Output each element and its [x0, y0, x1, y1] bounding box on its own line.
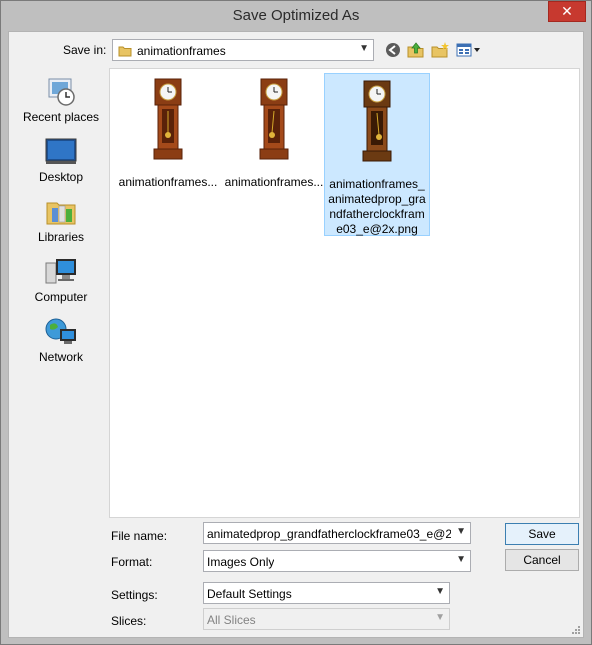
file-item[interactable]: animationframes... — [222, 75, 326, 189]
file-name-field[interactable]: animatedprop_grandfatherclockframe03_e@2… — [203, 522, 471, 544]
chevron-down-icon: ▼ — [359, 43, 369, 54]
recent-places-icon — [48, 78, 75, 106]
window-title: Save Optimized As — [232, 7, 360, 24]
resize-grip-icon[interactable] — [571, 625, 581, 635]
slices-value: All Slices — [207, 613, 256, 627]
chevron-down-icon[interactable]: ▼ — [456, 526, 466, 537]
settings-value: Default Settings — [207, 587, 292, 601]
save-in-label: Save in: — [63, 43, 107, 57]
network-icon — [45, 318, 76, 344]
up-folder-icon[interactable] — [406, 41, 426, 59]
file-name: animationframes... — [118, 175, 218, 189]
place-label: Computer — [34, 290, 88, 304]
title-bar[interactable]: Save Optimized As ✕ — [1, 1, 591, 31]
computer-icon — [45, 259, 76, 284]
close-button[interactable]: ✕ — [548, 1, 586, 22]
file-name-label: File name: — [111, 529, 168, 543]
folder-icon — [118, 46, 132, 57]
file-item[interactable]: animationframes... — [116, 75, 220, 189]
save-optimized-dialog: Save Optimized As ✕ Save in: animationfr… — [0, 0, 592, 645]
settings-label: Settings: — [111, 588, 158, 602]
views-menu-icon[interactable] — [455, 41, 481, 59]
new-folder-icon[interactable] — [430, 41, 450, 59]
format-label: Format: — [111, 555, 153, 569]
file-list[interactable]: animationframes... animationframes... an… — [109, 68, 580, 518]
save-in-value: animationframes — [137, 44, 226, 58]
slices-dropdown[interactable]: All Slices ▼ — [203, 608, 450, 630]
place-network[interactable]: Network — [15, 315, 107, 364]
settings-dropdown[interactable]: Default Settings ▼ — [203, 582, 450, 604]
file-item-selected[interactable]: animationframes_animatedprop_grandfather… — [324, 73, 430, 236]
place-label: Network — [38, 350, 83, 364]
save-button[interactable]: Save — [505, 523, 579, 545]
cancel-button[interactable]: Cancel — [505, 549, 579, 571]
place-computer[interactable]: Computer — [15, 255, 107, 304]
place-label: Libraries — [37, 230, 85, 244]
place-label: Recent places — [22, 110, 100, 124]
place-libraries[interactable]: Libraries — [15, 195, 107, 244]
chevron-down-icon: ▼ — [456, 554, 466, 565]
desktop-icon — [45, 138, 77, 164]
file-name: animationframes... — [224, 175, 324, 189]
grandfather-clock-thumbnail — [153, 78, 183, 160]
libraries-icon — [46, 202, 76, 225]
file-name: animationframes_animatedprop_grandfather… — [328, 177, 426, 236]
places-bar: Recent places Desktop Libraries Computer… — [15, 69, 107, 517]
slices-label: Slices: — [111, 614, 147, 628]
format-value: Images Only — [207, 555, 275, 569]
format-dropdown[interactable]: Images Only ▼ — [203, 550, 471, 572]
place-label: Desktop — [38, 170, 84, 184]
grandfather-clock-thumbnail — [362, 80, 392, 162]
save-in-dropdown[interactable]: animationframes ▼ — [112, 39, 374, 61]
grandfather-clock-thumbnail — [259, 78, 289, 160]
place-recent-places[interactable]: Recent places — [15, 75, 107, 124]
file-name-value: animatedprop_grandfatherclockframe03_e@2… — [207, 527, 451, 541]
back-icon[interactable] — [384, 41, 404, 59]
dialog-body: Save in: animationframes ▼ Recent places… — [8, 31, 584, 638]
chevron-down-icon: ▼ — [435, 586, 445, 597]
chevron-down-icon: ▼ — [435, 612, 445, 623]
place-desktop[interactable]: Desktop — [15, 135, 107, 184]
